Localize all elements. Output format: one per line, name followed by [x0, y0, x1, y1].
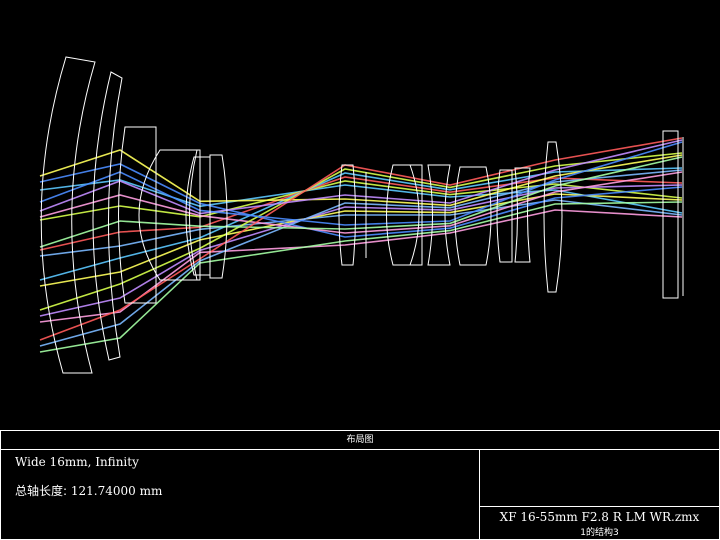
- total-length-line: 总轴长度: 121.74000 mm: [15, 482, 162, 499]
- lens-element-15: [543, 141, 563, 293]
- file-name: XF 16-55mm F2.8 R LM WR.zmx: [499, 510, 700, 524]
- lens-layout-diagram: [39, 56, 684, 374]
- info-right-cell: XF 16-55mm F2.8 R LM WR.zmx 1的结构3: [480, 450, 719, 539]
- configuration-line: Wide 16mm, Infinity: [15, 455, 139, 469]
- total-length-value: 121.74000 mm: [70, 484, 163, 498]
- lens-element-2: [92, 71, 123, 361]
- ray-trace: [39, 149, 683, 207]
- total-length-label: 总轴长度:: [15, 484, 68, 498]
- ray-trace: [39, 139, 683, 215]
- panel-title: 布局图: [1, 431, 719, 450]
- ray-bundles: [39, 137, 683, 353]
- divider: [480, 506, 719, 507]
- ray-trace: [39, 184, 683, 317]
- info-panel: 布局图 Wide 16mm, Infinity 总轴长度: 121.74000 …: [0, 430, 720, 540]
- configuration-index: 1的结构3: [580, 528, 619, 538]
- info-left-cell: Wide 16mm, Infinity 总轴长度: 121.74000 mm: [1, 450, 480, 539]
